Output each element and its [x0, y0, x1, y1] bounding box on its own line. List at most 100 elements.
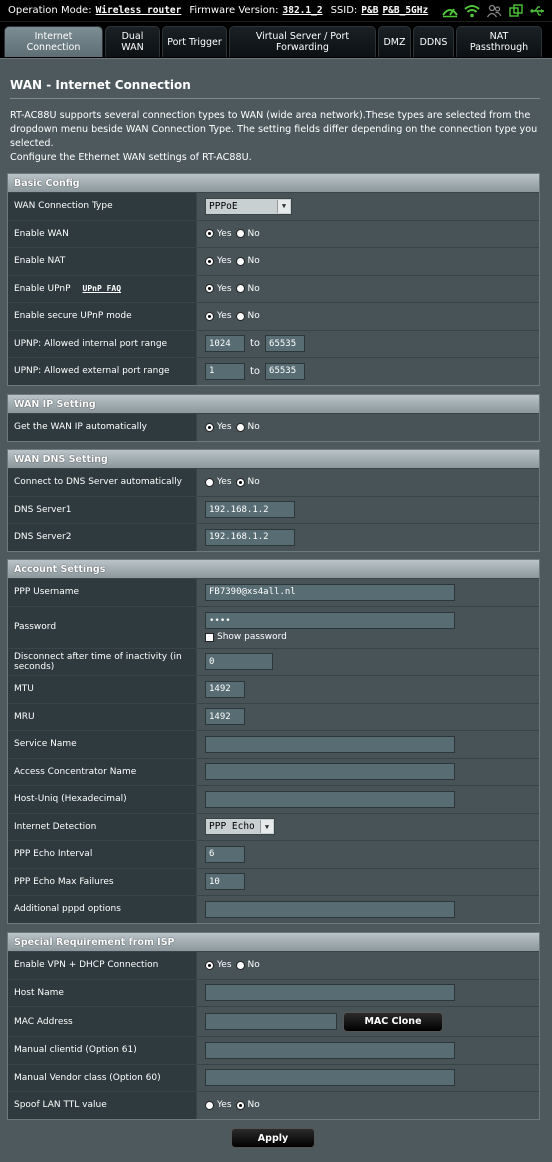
- internet-detection-select[interactable]: PPP Echo ▼: [205, 818, 275, 836]
- no-label: No: [247, 1100, 260, 1111]
- row-enable-nat: Enable NAT Yes No: [8, 247, 539, 275]
- tab-dmz[interactable]: DMZ: [378, 26, 411, 57]
- service-name-input[interactable]: [205, 735, 455, 753]
- wifi-icon[interactable]: [463, 2, 481, 19]
- mtu-input[interactable]: 1492: [205, 680, 245, 698]
- spoof-ttl-no-radio[interactable]: [235, 1100, 245, 1110]
- tab-port-trigger[interactable]: Port Trigger: [162, 26, 227, 57]
- vpn-dhcp-no-radio[interactable]: [235, 960, 245, 970]
- secure-upnp-yes-radio[interactable]: [205, 311, 214, 321]
- vpn-dhcp-yes-radio[interactable]: [205, 960, 214, 970]
- host-uniq-input[interactable]: [205, 790, 455, 808]
- internal-port-range-label: UPNP: Allowed internal port range: [8, 330, 196, 357]
- secure-upnp-no-radio[interactable]: [235, 311, 245, 321]
- enable-upnp-yes-radio[interactable]: [205, 284, 214, 294]
- tab-ddns[interactable]: DDNS: [413, 26, 454, 57]
- host-name-input[interactable]: [205, 984, 455, 1002]
- spoof-ttl-yes-radio[interactable]: [205, 1100, 214, 1110]
- show-password-checkbox[interactable]: [205, 632, 214, 642]
- ac-name-input[interactable]: [205, 763, 455, 781]
- row-mac-address: MAC Address MAC Clone: [8, 1006, 539, 1036]
- apply-button[interactable]: Apply: [231, 1128, 315, 1148]
- enable-upnp-no-radio[interactable]: [235, 284, 245, 294]
- page-title: WAN - Internet Connection: [10, 78, 191, 92]
- external-port-range-label: UPNP: Allowed external port range: [8, 358, 196, 385]
- usb-icon[interactable]: [529, 2, 547, 19]
- row-internal-port-range: UPNP: Allowed internal port range 1024 to…: [8, 329, 539, 357]
- wan-ip-auto-no-radio[interactable]: [235, 422, 245, 432]
- row-echo-interval: PPP Echo Interval 6: [8, 840, 539, 868]
- enable-nat-yes-radio[interactable]: [205, 256, 214, 266]
- page-subdescription: Configure the Ethernet WAN settings of R…: [10, 152, 252, 163]
- enable-upnp-label-cell: Enable UPnP UPnP FAQ: [8, 275, 196, 302]
- vendor-class-label: Manual Vendor class (Option 60): [8, 1064, 196, 1091]
- host-uniq-label: Host-Uniq (Hexadecimal): [8, 786, 196, 813]
- op-mode-link[interactable]: Wireless router: [96, 5, 182, 16]
- mac-clone-button[interactable]: MAC Clone: [343, 1011, 443, 1032]
- echo-interval-input[interactable]: 6: [205, 845, 245, 863]
- tab-virtual-server[interactable]: Virtual Server / Port Forwarding: [229, 26, 376, 57]
- yes-label: Yes: [217, 1100, 232, 1111]
- no-label: No: [247, 960, 260, 971]
- dns-auto-label: Connect to DNS Server automatically: [8, 469, 196, 496]
- pppd-options-label: Additional pppd options: [8, 896, 196, 923]
- usb-copy-icon[interactable]: [507, 2, 525, 19]
- enable-upnp-label: Enable UPnP: [14, 283, 71, 294]
- wan-ip-auto-yes-radio[interactable]: [205, 422, 214, 432]
- internal-port-to-input[interactable]: 65535: [265, 335, 306, 353]
- mru-input[interactable]: 1492: [205, 708, 245, 726]
- to-label: to: [250, 365, 261, 377]
- yes-label: Yes: [217, 256, 232, 267]
- ssid-5-link[interactable]: P&B_5GHz: [382, 5, 428, 16]
- tab-nat-passthrough[interactable]: NAT Passthrough: [456, 26, 542, 57]
- tab-internet-connection[interactable]: Internet Connection: [4, 26, 103, 57]
- row-service-name: Service Name: [8, 730, 539, 758]
- external-port-to-input[interactable]: 65535: [265, 362, 306, 380]
- enable-nat-label: Enable NAT: [8, 248, 196, 275]
- page-description: RT-AC88U supports several connection typ…: [10, 110, 538, 149]
- secure-upnp-label: Enable secure UPnP mode: [8, 303, 196, 330]
- vpn-dhcp-label: Enable VPN + DHCP Connection: [8, 952, 196, 979]
- external-port-from-input[interactable]: 1: [205, 362, 245, 380]
- yes-label: Yes: [217, 477, 232, 488]
- row-external-port-range: UPNP: Allowed external port range 1 to 655…: [8, 357, 539, 385]
- chevron-down-icon: ▼: [260, 820, 273, 834]
- idle-timeout-input[interactable]: 0: [205, 653, 273, 671]
- internal-port-from-input[interactable]: 1024: [205, 335, 245, 353]
- enable-wan-no-radio[interactable]: [235, 229, 245, 239]
- no-label: No: [247, 311, 260, 322]
- mac-address-input[interactable]: [205, 1013, 337, 1030]
- enable-nat-no-radio[interactable]: [235, 256, 245, 266]
- echo-failures-input[interactable]: 10: [205, 873, 245, 891]
- spoof-ttl-label: Spoof LAN TTL value: [8, 1092, 196, 1119]
- row-dns2: DNS Server2 192.168.1.2: [8, 523, 539, 551]
- wan-ip-table: WAN IP Setting Get the WAN IP automatica…: [7, 394, 540, 442]
- dns1-input[interactable]: 192.168.1.2: [205, 501, 295, 519]
- dns2-input[interactable]: 192.168.1.2: [205, 528, 295, 546]
- ssid-24-link[interactable]: P&B: [361, 5, 378, 16]
- wan-type-label: WAN Connection Type: [8, 193, 196, 220]
- basic-config-header: Basic Config: [8, 174, 539, 192]
- vendor-class-input[interactable]: [205, 1069, 455, 1087]
- clientid-input[interactable]: [205, 1041, 455, 1059]
- upnp-faq-link[interactable]: UPnP FAQ: [83, 284, 122, 293]
- clientid-label: Manual clientid (Option 61): [8, 1037, 196, 1064]
- guest-user-icon[interactable]: [485, 2, 503, 19]
- dns-auto-no-radio[interactable]: [235, 477, 245, 487]
- service-name-label: Service Name: [8, 731, 196, 758]
- password-input[interactable]: ••••: [205, 612, 455, 629]
- dns-auto-yes-radio[interactable]: [205, 477, 214, 487]
- internet-detection-label: Internet Detection: [8, 813, 196, 840]
- pppd-options-input[interactable]: [205, 900, 455, 918]
- title-divider: [10, 98, 540, 99]
- firmware-link[interactable]: 382.1_2: [283, 5, 323, 16]
- row-dns-auto: Connect to DNS Server automatically Yes N…: [8, 468, 539, 496]
- row-mru: MRU 1492: [8, 702, 539, 730]
- enable-wan-yes-radio[interactable]: [205, 229, 214, 239]
- row-wan-ip-auto: Get the WAN IP automatically Yes No: [8, 413, 539, 441]
- ppp-username-input[interactable]: FB7390@xs4all.nl: [205, 583, 455, 601]
- tab-dual-wan[interactable]: Dual WAN: [105, 26, 160, 57]
- network-status-icon[interactable]: [441, 2, 459, 19]
- wan-type-select[interactable]: PPPoE ▼: [205, 197, 292, 215]
- ppp-username-label: PPP Username: [8, 579, 196, 606]
